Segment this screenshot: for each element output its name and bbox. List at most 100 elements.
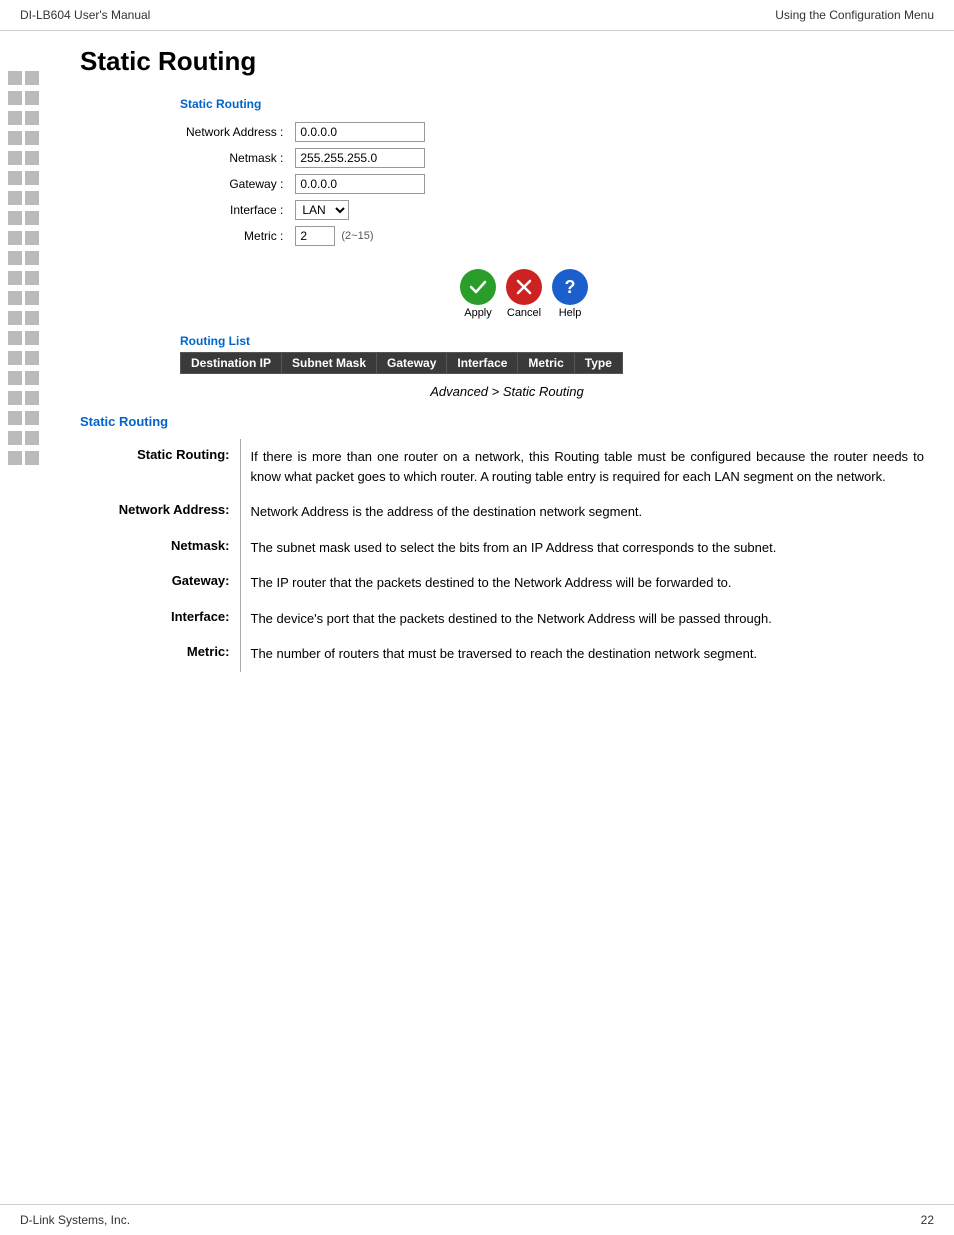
input-network-address[interactable] bbox=[295, 122, 425, 142]
sidebar-sq bbox=[8, 271, 22, 285]
sidebar-row bbox=[8, 451, 60, 465]
sidebar bbox=[0, 31, 60, 1204]
help-desc: Network Address is the address of the de… bbox=[240, 494, 934, 530]
help-term: Gateway: bbox=[80, 565, 240, 601]
main-content: Static Routing Static Routing Network Ad… bbox=[0, 31, 954, 1204]
sidebar-row bbox=[8, 251, 60, 265]
help-table: Static Routing: If there is more than on… bbox=[80, 439, 934, 672]
sidebar-sq bbox=[25, 91, 39, 105]
sidebar-sq bbox=[25, 151, 39, 165]
help-desc: The subnet mask used to select the bits … bbox=[240, 530, 934, 566]
help-row: Netmask: The subnet mask used to select … bbox=[80, 530, 934, 566]
label-metric: Metric : bbox=[180, 223, 289, 249]
sidebar-sq bbox=[25, 451, 39, 465]
sidebar-sq bbox=[8, 371, 22, 385]
help-row: Gateway: The IP router that the packets … bbox=[80, 565, 934, 601]
sidebar-row bbox=[8, 291, 60, 305]
sidebar-row bbox=[8, 211, 60, 225]
help-section: Static Routing Static Routing: If there … bbox=[80, 414, 934, 672]
sidebar-row bbox=[8, 351, 60, 365]
sidebar-row bbox=[8, 391, 60, 405]
routing-table-header: Destination IP Subnet Mask Gateway Inter… bbox=[181, 353, 623, 374]
content-area: Static Routing Static Routing Network Ad… bbox=[60, 31, 954, 1204]
help-desc: The device's port that the packets desti… bbox=[240, 601, 934, 637]
cell-netmask bbox=[289, 145, 431, 171]
help-term: Interface: bbox=[80, 601, 240, 637]
col-metric: Metric bbox=[518, 353, 574, 374]
sidebar-sq bbox=[8, 171, 22, 185]
input-gateway[interactable] bbox=[295, 174, 425, 194]
routing-list-link[interactable]: Routing List bbox=[180, 334, 934, 348]
form-row-interface: Interface : LAN WAN bbox=[180, 197, 431, 223]
help-term: Network Address: bbox=[80, 494, 240, 530]
cancel-icon-circle bbox=[506, 269, 542, 305]
help-button[interactable]: ? Help bbox=[552, 269, 588, 319]
footer-left: D-Link Systems, Inc. bbox=[20, 1213, 130, 1227]
sidebar-sq bbox=[25, 131, 39, 145]
cell-network-address bbox=[289, 119, 431, 145]
page-footer: D-Link Systems, Inc. 22 bbox=[0, 1204, 954, 1235]
label-interface: Interface : bbox=[180, 197, 289, 223]
sidebar-row bbox=[8, 311, 60, 325]
sidebar-sq bbox=[8, 391, 22, 405]
label-network-address: Network Address : bbox=[180, 119, 289, 145]
sidebar-sq bbox=[8, 131, 22, 145]
sidebar-sq bbox=[8, 311, 22, 325]
form-section-link[interactable]: Static Routing bbox=[180, 97, 934, 111]
help-desc: The number of routers that must be trave… bbox=[240, 636, 934, 672]
sidebar-row bbox=[8, 231, 60, 245]
sidebar-sq bbox=[25, 391, 39, 405]
sidebar-sq bbox=[8, 91, 22, 105]
sidebar-sq bbox=[8, 251, 22, 265]
help-section-title: Static Routing bbox=[80, 414, 934, 429]
sidebar-row bbox=[8, 111, 60, 125]
sidebar-sq bbox=[8, 451, 22, 465]
sidebar-sq bbox=[8, 231, 22, 245]
sidebar-sq bbox=[8, 331, 22, 345]
form-row-network-address: Network Address : bbox=[180, 119, 431, 145]
sidebar-sq bbox=[25, 331, 39, 345]
form-table: Network Address : Netmask : Gateway : bbox=[180, 119, 431, 249]
form-row-netmask: Netmask : bbox=[180, 145, 431, 171]
sidebar-sq bbox=[25, 351, 39, 365]
sidebar-sq bbox=[8, 111, 22, 125]
input-metric[interactable] bbox=[295, 226, 335, 246]
sidebar-row bbox=[8, 71, 60, 85]
sidebar-squares bbox=[0, 51, 60, 465]
col-subnet-mask: Subnet Mask bbox=[282, 353, 377, 374]
help-desc: If there is more than one router on a ne… bbox=[240, 439, 934, 494]
apply-button[interactable]: Apply bbox=[460, 269, 496, 319]
input-netmask[interactable] bbox=[295, 148, 425, 168]
sidebar-row bbox=[8, 91, 60, 105]
sidebar-sq bbox=[25, 371, 39, 385]
sidebar-row bbox=[8, 131, 60, 145]
col-type: Type bbox=[574, 353, 622, 374]
sidebar-sq bbox=[8, 411, 22, 425]
select-interface[interactable]: LAN WAN bbox=[295, 200, 349, 220]
sidebar-sq bbox=[8, 191, 22, 205]
page-wrapper: DI-LB604 User's Manual Using the Configu… bbox=[0, 0, 954, 1235]
sidebar-sq bbox=[25, 431, 39, 445]
cell-gateway bbox=[289, 171, 431, 197]
sidebar-sq bbox=[25, 111, 39, 125]
footer-right: 22 bbox=[921, 1213, 934, 1227]
sidebar-row bbox=[8, 151, 60, 165]
routing-list-section: Routing List Destination IP Subnet Mask … bbox=[180, 334, 934, 374]
label-netmask: Netmask : bbox=[180, 145, 289, 171]
sidebar-row bbox=[8, 191, 60, 205]
sidebar-sq bbox=[25, 271, 39, 285]
sidebar-sq bbox=[8, 151, 22, 165]
help-icon-circle: ? bbox=[552, 269, 588, 305]
question-mark-icon: ? bbox=[565, 277, 576, 298]
sidebar-sq bbox=[25, 411, 39, 425]
help-row: Network Address: Network Address is the … bbox=[80, 494, 934, 530]
cell-interface: LAN WAN bbox=[289, 197, 431, 223]
sidebar-row bbox=[8, 171, 60, 185]
checkmark-icon bbox=[468, 277, 488, 297]
sidebar-sq bbox=[8, 291, 22, 305]
col-gateway: Gateway bbox=[377, 353, 447, 374]
sidebar-row bbox=[8, 331, 60, 345]
sidebar-row bbox=[8, 271, 60, 285]
metric-row: (2~15) bbox=[295, 226, 425, 246]
cancel-button[interactable]: Cancel bbox=[506, 269, 542, 319]
